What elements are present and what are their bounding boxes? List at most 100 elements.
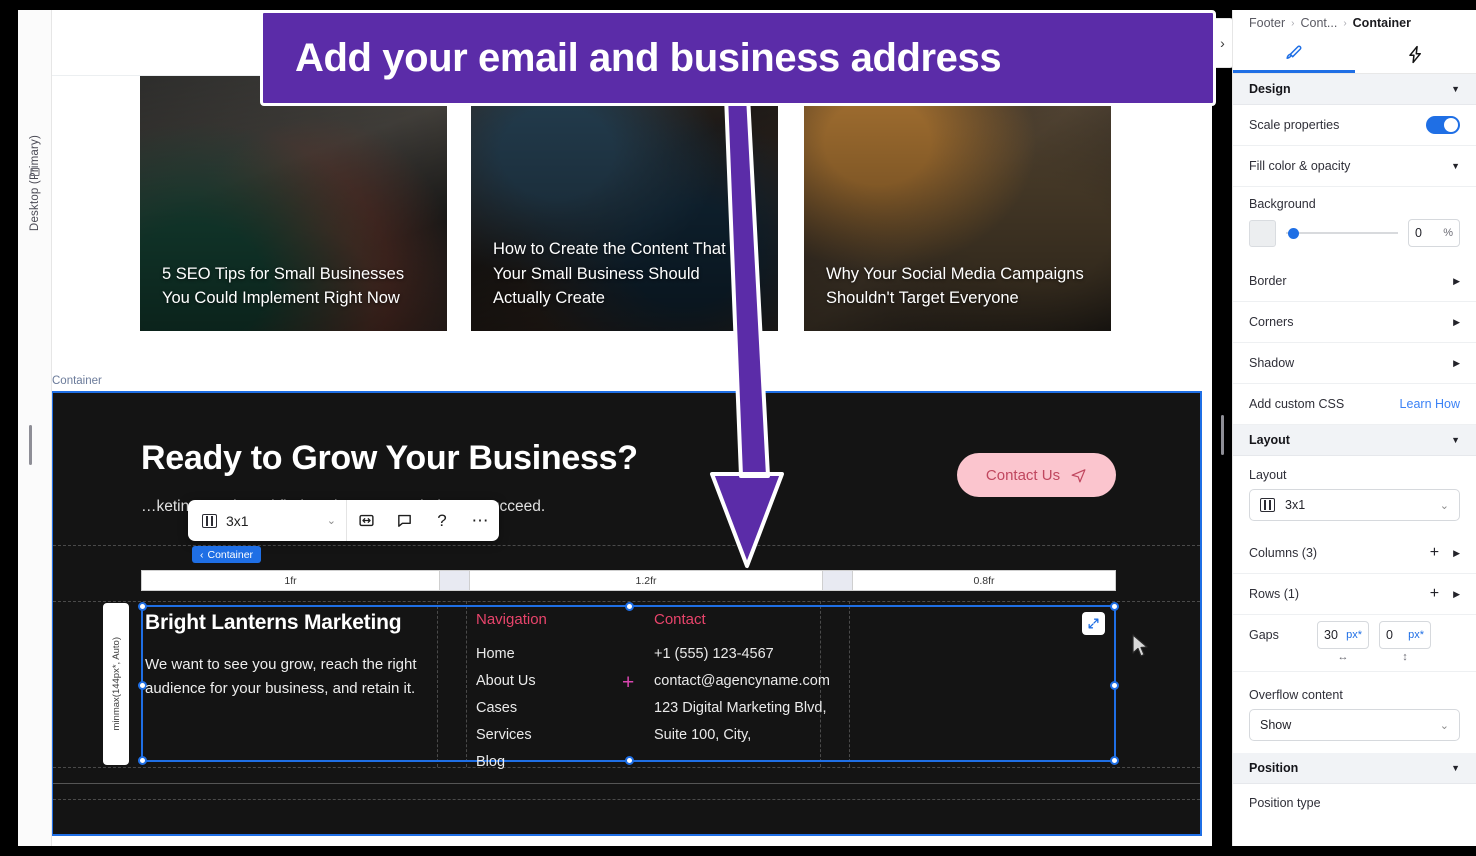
row-gap-value: 0	[1386, 628, 1393, 642]
inspector-tabs	[1233, 36, 1476, 74]
chevron-right-icon[interactable]: ▶	[1453, 589, 1460, 600]
chevron-right-icon[interactable]: ▶	[1453, 548, 1460, 559]
column-ruler-cell[interactable]: 1fr	[141, 570, 440, 591]
column-ruler[interactable]: 1fr 1.2fr 0.8fr	[141, 570, 1116, 591]
footer-container-label[interactable]: Container	[52, 375, 102, 387]
selection-handle[interactable]	[138, 756, 147, 765]
opacity-value: 0	[1415, 226, 1422, 240]
row-gap-unit: px*	[1408, 629, 1424, 641]
selection-handle[interactable]	[1110, 681, 1119, 690]
column-ruler-cell[interactable]: 0.8fr	[852, 570, 1116, 591]
footer-nav-link[interactable]: About Us	[476, 673, 547, 689]
design-section-header[interactable]: Design ▼	[1233, 74, 1476, 105]
design-tab[interactable]	[1233, 36, 1355, 73]
app-root: Desktop (Primary) 5 SEO Tips for Small B…	[0, 0, 1476, 856]
columns-label: Columns (3)	[1249, 546, 1318, 560]
column-gap-unit: px*	[1346, 629, 1362, 641]
selection-handle[interactable]	[625, 602, 634, 611]
annotation-callout-text: Add your email and business address	[295, 35, 1002, 80]
grid-columns-icon	[1260, 498, 1275, 512]
selection-handle[interactable]	[138, 602, 147, 611]
chevron-down-icon[interactable]: ▼	[1451, 84, 1460, 94]
chevron-down-icon[interactable]: ▼	[1451, 161, 1460, 171]
overflow-select[interactable]: Show ⌄	[1249, 709, 1460, 741]
chevron-right-icon[interactable]: ▶	[1453, 276, 1460, 287]
opacity-input[interactable]: 0 %	[1408, 219, 1460, 247]
footer-navigation-column[interactable]: Navigation Home About Us Cases Services …	[476, 611, 547, 781]
column-gap-input[interactable]: 30 px*	[1317, 621, 1369, 649]
footer-contact-column[interactable]: Contact +1 (555) 123-4567 contact@agency…	[654, 611, 830, 754]
shadow-row[interactable]: Shadow ▶	[1233, 343, 1476, 384]
lightning-icon	[1408, 45, 1421, 64]
grid-guide-horizontal	[53, 799, 1200, 800]
breadcrumb-root[interactable]: Footer	[1249, 16, 1285, 30]
add-row-button[interactable]: +	[1430, 586, 1439, 602]
chevron-down-icon[interactable]: ▼	[1451, 763, 1460, 773]
add-column-button[interactable]: +	[1430, 545, 1439, 561]
comment-icon[interactable]	[385, 500, 423, 541]
footer-section[interactable]: Ready to Grow Your Business? …keting nee…	[52, 391, 1202, 836]
footer-nav-link[interactable]: Services	[476, 727, 547, 743]
layout-preset-select[interactable]: 3x1 ⌄	[1249, 489, 1460, 521]
arrows-vertical-icon: ↕	[1402, 651, 1408, 663]
design-canvas[interactable]: 5 SEO Tips for Small Businesses You Coul…	[52, 10, 1212, 846]
breadcrumb[interactable]: Footer › Cont... › Container	[1233, 10, 1476, 36]
layout-section-header[interactable]: Layout ▼	[1233, 425, 1476, 456]
column-gap-ruler[interactable]	[823, 570, 852, 591]
background-color-swatch[interactable]	[1249, 219, 1276, 247]
chevron-down-icon: ⌄	[326, 515, 336, 527]
scale-properties-toggle[interactable]	[1426, 116, 1460, 134]
layout-preset-value: 3x1	[1285, 498, 1306, 512]
opacity-slider-knob[interactable]	[1288, 228, 1299, 239]
element-toolbar[interactable]: 3x1 ⌄ ? ⋯	[188, 500, 499, 541]
ellipsis-icon[interactable]: ⋯	[461, 500, 499, 541]
resize-horizontal-icon[interactable]	[347, 500, 385, 541]
footer-brand-column[interactable]: Bright Lanterns Marketing We want to see…	[145, 611, 445, 702]
corners-label: Corners	[1249, 315, 1294, 329]
border-row[interactable]: Border ▶	[1233, 261, 1476, 302]
blog-card[interactable]: Why Your Social Media Campaigns Shouldn'…	[804, 76, 1111, 331]
row-gap-input[interactable]: 0 px*	[1379, 621, 1431, 649]
selection-handle[interactable]	[1110, 602, 1119, 611]
footer-nav-link[interactable]: Blog	[476, 754, 547, 770]
left-panel-resize-handle[interactable]	[29, 425, 32, 465]
chevron-down-icon[interactable]: ▼	[1451, 435, 1460, 445]
question-mark-icon[interactable]: ?	[423, 500, 461, 541]
grid-columns-icon	[202, 513, 217, 528]
chevron-right-icon: ›	[1220, 35, 1225, 51]
plus-marker-icon[interactable]: +	[622, 672, 634, 693]
footer-nav-link[interactable]: Cases	[476, 700, 547, 716]
breadcrumb-current: Container	[1352, 16, 1411, 30]
layout-preset-dropdown[interactable]: 3x1 ⌄	[188, 500, 346, 541]
inspector-panel: Footer › Cont... › Container Design ▼ Sc…	[1232, 10, 1476, 846]
selection-handle[interactable]	[625, 756, 634, 765]
breadcrumb-middle[interactable]: Cont...	[1300, 16, 1337, 30]
column-gap-ruler[interactable]	[440, 570, 469, 591]
corners-row[interactable]: Corners ▶	[1233, 302, 1476, 343]
footer-contact-email[interactable]: contact@agencyname.com	[654, 673, 830, 689]
expand-diagonal-icon[interactable]	[1082, 612, 1105, 635]
interactions-tab[interactable]	[1355, 36, 1476, 73]
chevron-right-icon[interactable]: ▶	[1453, 317, 1460, 328]
contact-us-button[interactable]: Contact Us	[957, 453, 1116, 497]
blog-card[interactable]: 5 SEO Tips for Small Businesses You Coul…	[140, 76, 447, 331]
chevron-left-icon: ‹	[200, 548, 204, 561]
opacity-slider[interactable]	[1286, 226, 1398, 240]
breadcrumb-separator: ›	[1291, 17, 1295, 29]
learn-how-link[interactable]: Learn How	[1400, 397, 1460, 411]
chevron-down-icon: ⌄	[1439, 499, 1449, 512]
chevron-right-icon[interactable]: ▶	[1453, 358, 1460, 369]
canvas-resize-handle[interactable]	[1221, 415, 1224, 455]
container-breadcrumb-badge[interactable]: ‹ Container	[192, 546, 262, 563]
fill-color-row[interactable]: Fill color & opacity ▼	[1233, 146, 1476, 187]
chevron-down-icon: ⌄	[1439, 719, 1449, 732]
breadcrumb-separator: ›	[1343, 17, 1347, 29]
left-rail: Desktop (Primary)	[18, 10, 52, 846]
row-size-tag[interactable]: minmax(144px*, Auto)	[103, 603, 129, 765]
footer-contact-phone[interactable]: +1 (555) 123-4567	[654, 646, 830, 662]
brush-icon	[1286, 45, 1302, 59]
footer-nav-link[interactable]: Home	[476, 646, 547, 662]
position-section-header[interactable]: Position ▼	[1233, 753, 1476, 784]
selection-handle[interactable]	[1110, 756, 1119, 765]
arrows-horizontal-icon: ↔	[1337, 651, 1349, 663]
